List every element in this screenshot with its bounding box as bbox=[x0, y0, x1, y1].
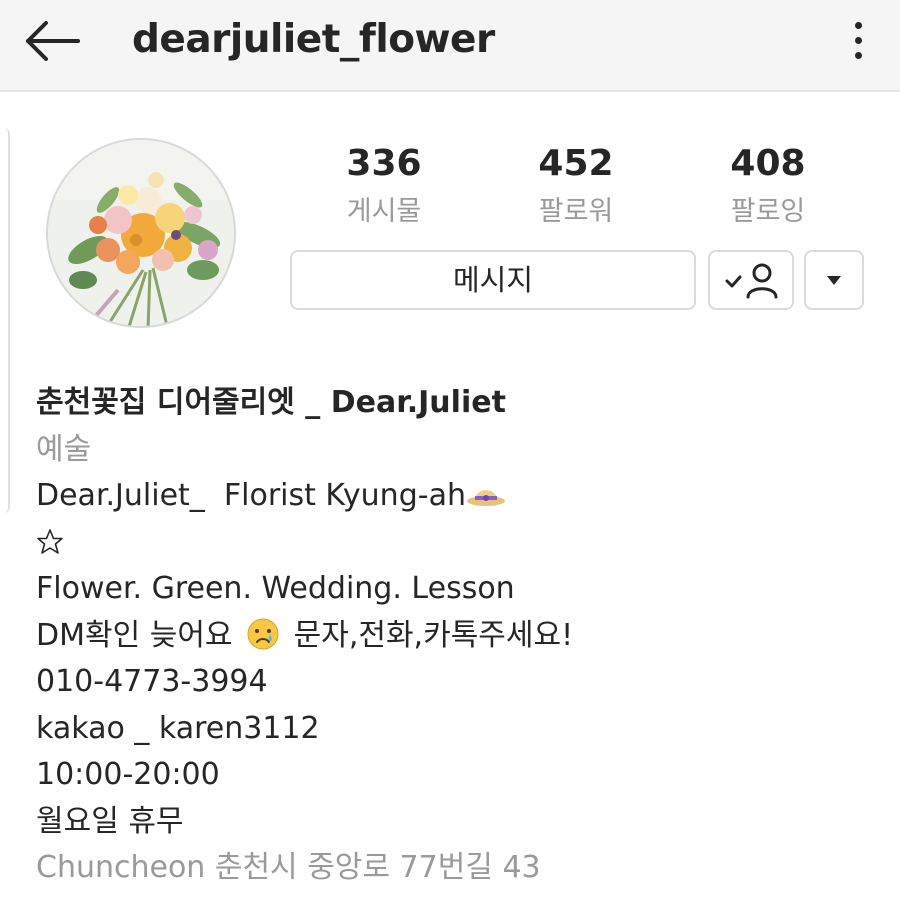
bio-kakao-id: kakao _ karen3112 bbox=[36, 710, 320, 746]
message-button[interactable]: 메시지 bbox=[290, 250, 696, 310]
suggested-dropdown-button[interactable] bbox=[804, 250, 864, 310]
sun-hat-emoji-icon bbox=[466, 490, 505, 506]
bio-line-florist: Dear.Juliet_ Florist Kyung-ah bbox=[36, 473, 876, 520]
following-status-button[interactable] bbox=[708, 250, 794, 310]
star-outline-icon bbox=[37, 528, 63, 554]
profile-username: dearjuliet_flower bbox=[132, 17, 495, 62]
bio-line-services: Flower. Green. Wedding. Lesson bbox=[36, 571, 515, 606]
back-button[interactable] bbox=[22, 18, 82, 64]
bio-florist-text: Dear.Juliet_ Florist Kyung-ah bbox=[36, 478, 466, 513]
contact-request-text: 문자,전화,카톡주세요! bbox=[293, 617, 574, 653]
bio-line-star bbox=[36, 520, 876, 567]
followers-count: 452 bbox=[538, 143, 614, 184]
followers-label: 팔로워 bbox=[538, 196, 614, 227]
triangle-down-icon bbox=[827, 276, 841, 285]
following-count: 408 bbox=[730, 143, 806, 184]
following-label: 팔로잉 bbox=[730, 196, 806, 227]
flower-bouquet-image bbox=[48, 140, 234, 326]
bio-business-hours: 10:00-20:00 bbox=[36, 757, 220, 792]
top-bar: dearjuliet_flower bbox=[0, 0, 900, 92]
arrow-left-icon bbox=[26, 21, 80, 61]
stat-followers[interactable]: 452 팔로워 bbox=[496, 142, 656, 234]
bio-phone[interactable]: 010-4773-3994 bbox=[36, 659, 876, 706]
stat-posts[interactable]: 336 게시물 bbox=[304, 142, 464, 234]
profile-bio: 춘천꽃집 디어줄리엣 _ Dear.Juliet 예술 Dear.Juliet_… bbox=[36, 380, 876, 892]
profile-display-name: 춘천꽃집 디어줄리엣 _ Dear.Juliet bbox=[36, 385, 506, 420]
posts-label: 게시물 bbox=[346, 196, 422, 227]
bio-line-dm-note: DM확인 늦어요 문자,전화,카톡주세요! bbox=[36, 613, 876, 660]
more-vertical-icon bbox=[855, 22, 862, 29]
left-edge-divider bbox=[0, 128, 10, 513]
stat-following[interactable]: 408 팔로잉 bbox=[688, 142, 848, 234]
posts-count: 336 bbox=[346, 143, 422, 184]
person-check-icon bbox=[725, 263, 778, 299]
more-options-button[interactable] bbox=[840, 14, 876, 68]
profile-category: 예술 bbox=[36, 431, 92, 467]
dm-note-text: DM확인 늦어요 bbox=[36, 617, 233, 653]
profile-avatar[interactable] bbox=[46, 138, 236, 328]
bio-closed-day: 월요일 휴무 bbox=[36, 803, 184, 839]
bio-address[interactable]: Chuncheon 춘천시 중앙로 77번길 43 bbox=[36, 845, 876, 892]
crying-face-emoji-icon bbox=[247, 618, 279, 649]
